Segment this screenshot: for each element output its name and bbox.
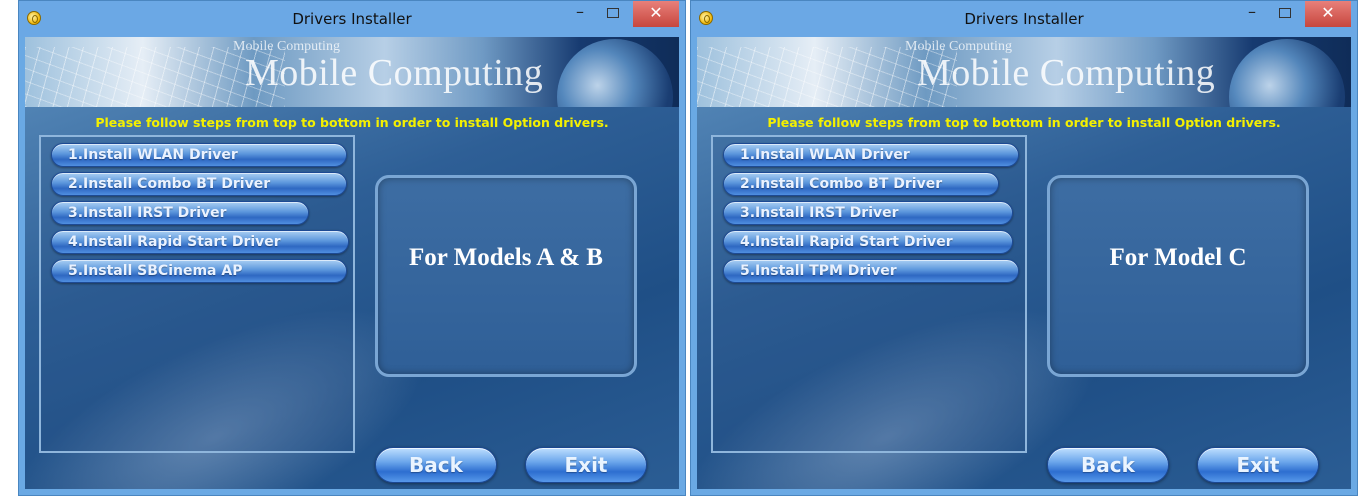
install-irst-driver-button[interactable]: 3.Install IRST Driver xyxy=(723,201,1013,225)
model-info-panel: For Models A & B xyxy=(375,175,637,377)
install-combo-bt-driver-button[interactable]: 2.Install Combo BT Driver xyxy=(51,172,347,196)
install-rapid-start-driver-button[interactable]: 4.Install Rapid Start Driver xyxy=(723,230,1013,254)
installer-window-models-a-b: Drivers Installer – ✕ Mobile Computing M… xyxy=(18,0,686,496)
model-info-panel: For Model C xyxy=(1047,175,1309,377)
installer-client-area: Mobile Computing Mobile Computing Please… xyxy=(25,37,679,489)
instruction-text: Please follow steps from top to bottom i… xyxy=(767,115,1281,130)
minimize-button[interactable]: – xyxy=(1239,1,1265,27)
back-button[interactable]: Back xyxy=(1047,447,1169,483)
mobile-computing-banner: Mobile Computing Mobile Computing xyxy=(697,37,1351,107)
instruction-text: Please follow steps from top to bottom i… xyxy=(95,115,609,130)
minimize-button[interactable]: – xyxy=(567,1,593,27)
driver-step-list: 1.Install WLAN Driver 2.Install Combo BT… xyxy=(39,135,355,453)
back-button[interactable]: Back xyxy=(375,447,497,483)
driver-step-list: 1.Install WLAN Driver 2.Install Combo BT… xyxy=(711,135,1027,453)
mobile-computing-banner: Mobile Computing Mobile Computing xyxy=(25,37,679,107)
installer-client-area: Mobile Computing Mobile Computing Please… xyxy=(697,37,1351,489)
banner-title: Mobile Computing xyxy=(917,52,1216,94)
model-label: For Models A & B xyxy=(409,244,603,271)
maximize-button[interactable] xyxy=(1271,1,1297,27)
banner-title: Mobile Computing xyxy=(245,52,544,94)
title-bar[interactable]: Drivers Installer – ✕ xyxy=(691,1,1357,37)
exit-button[interactable]: Exit xyxy=(1197,447,1319,483)
installer-window-model-c: Drivers Installer – ✕ Mobile Computing M… xyxy=(690,0,1358,496)
install-tpm-driver-button[interactable]: 5.Install TPM Driver xyxy=(723,259,1019,283)
model-label: For Model C xyxy=(1109,244,1247,271)
install-wlan-driver-button[interactable]: 1.Install WLAN Driver xyxy=(51,143,347,167)
install-sbcinema-ap-button[interactable]: 5.Install SBCinema AP xyxy=(51,259,347,283)
exit-button[interactable]: Exit xyxy=(525,447,647,483)
close-button[interactable]: ✕ xyxy=(633,1,679,27)
globe-graphic xyxy=(557,39,673,107)
install-combo-bt-driver-button[interactable]: 2.Install Combo BT Driver xyxy=(723,172,999,196)
install-rapid-start-driver-button[interactable]: 4.Install Rapid Start Driver xyxy=(51,230,349,254)
title-bar[interactable]: Drivers Installer – ✕ xyxy=(19,1,685,37)
globe-graphic xyxy=(1229,39,1345,107)
close-button[interactable]: ✕ xyxy=(1305,1,1351,27)
install-irst-driver-button[interactable]: 3.Install IRST Driver xyxy=(51,201,309,225)
install-wlan-driver-button[interactable]: 1.Install WLAN Driver xyxy=(723,143,1019,167)
maximize-button[interactable] xyxy=(599,1,625,27)
